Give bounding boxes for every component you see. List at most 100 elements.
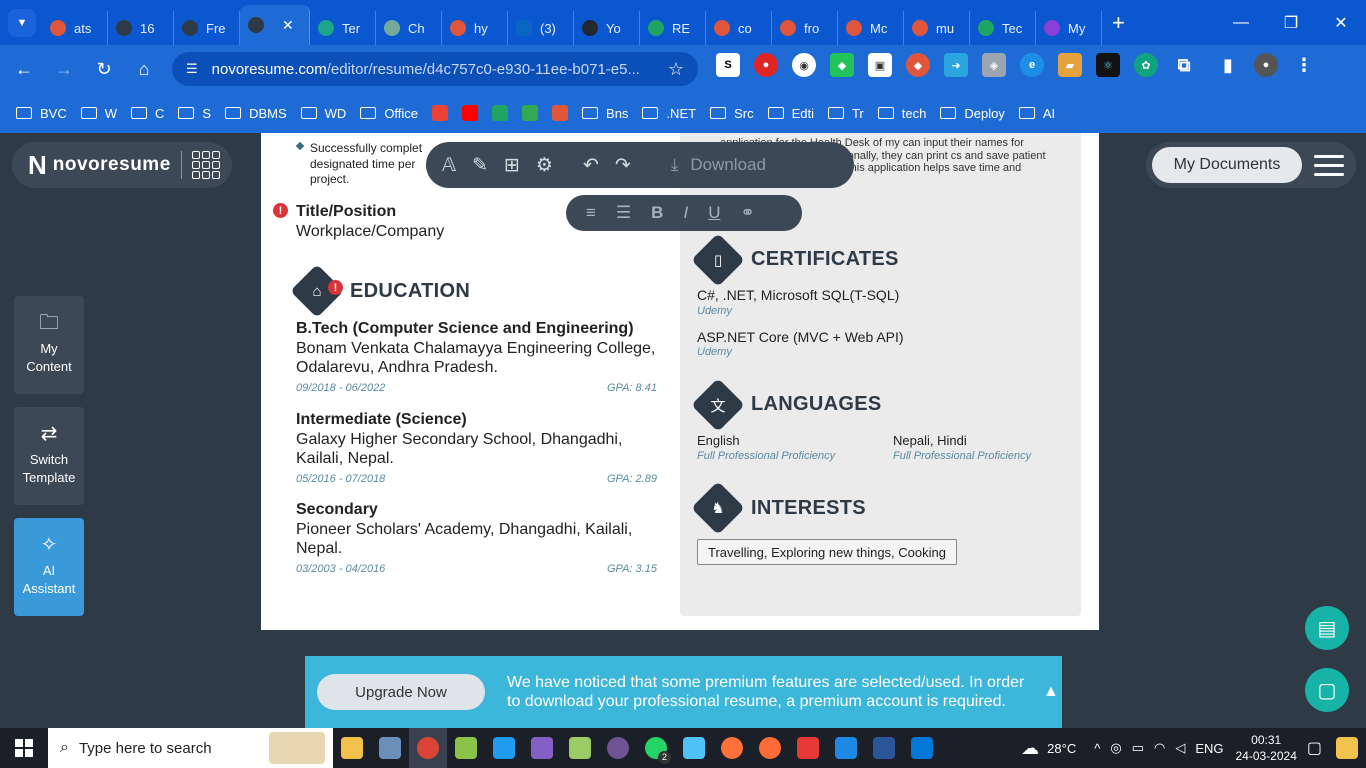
tab-search-button[interactable]: ▼ <box>8 8 36 37</box>
bookmark-folder[interactable]: Bns <box>582 106 628 121</box>
interest-tag[interactable]: Travelling, Exploring new things, Cookin… <box>697 539 957 565</box>
new-tab-button[interactable]: + <box>1112 10 1125 36</box>
notes-icon[interactable]: ▤ <box>1305 606 1349 650</box>
education-school[interactable]: Bonam Venkata Chalamayya Engineering Col… <box>296 340 666 377</box>
extension-e-icon[interactable]: e <box>1020 53 1044 77</box>
education-school[interactable]: Pioneer Scholars' Academy, Dhangadhi, Ka… <box>296 521 666 558</box>
file-explorer-icon[interactable] <box>333 728 371 768</box>
browser-tab[interactable]: Ter <box>310 11 376 45</box>
education-dates[interactable]: 09/2018 - 06/2022 <box>296 382 385 394</box>
bookmark-folder[interactable]: tech <box>877 106 926 121</box>
browser-tab[interactable]: Mc <box>838 11 904 45</box>
bookmark-site-icon[interactable] <box>522 105 539 121</box>
browser-tab[interactable]: 16 <box>108 11 174 45</box>
app-logo[interactable]: N novoresume <box>12 142 232 188</box>
education-gpa[interactable]: GPA: 8.41 <box>607 382 657 394</box>
languages-heading[interactable]: LANGUAGES <box>751 393 881 416</box>
site-info-icon[interactable]: ☰ <box>186 61 198 77</box>
download-button[interactable]: ⤓ Download <box>671 155 782 175</box>
browser-tab[interactable]: Yo <box>574 11 640 45</box>
language-name[interactable]: English <box>697 433 740 448</box>
certificate-issuer[interactable]: Udemy <box>697 305 732 317</box>
redo-icon[interactable]: ↷ <box>615 154 631 177</box>
education-heading[interactable]: EDUCATION <box>350 280 470 303</box>
github-desktop-icon[interactable] <box>599 728 637 768</box>
browser-tab[interactable]: RE <box>640 11 706 45</box>
extension-brave-icon[interactable]: ◆ <box>906 53 930 77</box>
hamburger-menu-icon[interactable] <box>1314 154 1344 176</box>
italic-icon[interactable]: I <box>683 203 688 223</box>
clock[interactable]: 00:31 24-03-2024 <box>1235 732 1296 764</box>
whatsapp-icon[interactable]: 2 <box>637 728 675 768</box>
ai-assistant-button[interactable]: ✧ AI Assistant <box>14 518 84 616</box>
bookmark-folder[interactable]: Deploy <box>940 106 1005 121</box>
notifications-icon[interactable]: ▢ <box>1307 738 1322 758</box>
switch-template-button[interactable]: ⇄ Switch Template <box>14 407 84 505</box>
language-name[interactable]: Nepali, Hindi <box>893 433 967 448</box>
temperature[interactable]: 28°C <box>1047 741 1076 756</box>
taskbar-search[interactable]: ⌕ Type here to search <box>48 728 333 768</box>
close-window-button[interactable]: ✕ <box>1316 0 1366 45</box>
bookmark-folder[interactable]: Tr <box>827 106 864 121</box>
extension-circle-icon[interactable]: ◉ <box>792 53 816 77</box>
home-button[interactable]: ⌂ <box>124 49 164 89</box>
weather-icon[interactable]: ☁ <box>1021 738 1039 759</box>
app-icon[interactable] <box>371 728 409 768</box>
extension-screen-icon[interactable]: ▣ <box>868 53 892 77</box>
bookmark-folder[interactable]: DBMS <box>225 106 287 121</box>
title-position[interactable]: Title/Position <box>296 203 396 221</box>
browser-tab[interactable]: ✕ <box>240 5 310 45</box>
education-dates[interactable]: 03/2003 - 04/2016 <box>296 563 385 575</box>
wps-icon[interactable] <box>789 728 827 768</box>
add-section-icon[interactable]: ⊞ <box>504 154 520 177</box>
profile-avatar[interactable]: ● <box>1254 53 1278 77</box>
align-left-icon[interactable]: ≡ <box>586 203 596 223</box>
warning-icon[interactable]: ! <box>273 203 288 218</box>
extensions-puzzle-icon[interactable]: ⧉ <box>1172 53 1196 77</box>
copilot-icon[interactable] <box>1336 737 1358 759</box>
bookmark-star-icon[interactable]: ☆ <box>668 59 684 80</box>
bookmark-folder[interactable]: BVC <box>16 106 67 121</box>
browser-menu-icon[interactable]: ⋮ <box>1292 53 1316 77</box>
browser-tab[interactable]: My <box>1036 11 1102 45</box>
bookmark-folder[interactable]: C <box>131 106 164 121</box>
browser-tab[interactable]: co <box>706 11 772 45</box>
education-gpa[interactable]: GPA: 3.15 <box>607 563 657 575</box>
bookmark-site-icon[interactable] <box>462 105 479 121</box>
color-pen-icon[interactable]: ✎ <box>472 154 488 177</box>
bookmark-folder[interactable]: Src <box>710 106 754 121</box>
browser-tab[interactable]: ats <box>42 11 108 45</box>
my-content-button[interactable]: 🗀 My Content <box>14 296 84 394</box>
apps-grid-icon[interactable] <box>191 151 220 179</box>
forward-button[interactable]: → <box>44 49 84 89</box>
maximize-button[interactable]: ❐ <box>1266 0 1316 45</box>
language-level[interactable]: Full Professional Proficiency <box>893 450 1031 462</box>
settings-icon[interactable]: ⚙ <box>536 154 553 177</box>
bookmark-folder[interactable]: AI <box>1018 106 1055 121</box>
education-degree[interactable]: B.Tech (Computer Science and Engineering… <box>296 320 634 338</box>
bookmark-folder[interactable]: W <box>80 106 117 121</box>
bookmark-site-icon[interactable] <box>552 105 569 121</box>
postman-icon[interactable] <box>751 728 789 768</box>
certificates-heading[interactable]: CERTIFICATES <box>751 248 899 271</box>
education-degree[interactable]: Intermediate (Science) <box>296 411 467 429</box>
windows-start-icon[interactable] <box>0 728 48 768</box>
my-documents-button[interactable]: My Documents <box>1152 147 1302 183</box>
notepadpp-icon[interactable] <box>447 728 485 768</box>
language-level[interactable]: Full Professional Proficiency <box>697 450 835 462</box>
back-button[interactable]: ← <box>4 49 44 89</box>
remote-app-icon[interactable] <box>827 728 865 768</box>
bookmark-site-icon[interactable] <box>432 105 449 121</box>
firefox-icon[interactable] <box>713 728 751 768</box>
upgrade-now-button[interactable]: Upgrade Now <box>317 674 485 710</box>
browser-tab[interactable]: Tec <box>970 11 1036 45</box>
close-tab-icon[interactable]: ✕ <box>282 17 294 34</box>
extension-arrow-icon[interactable]: ➜ <box>944 53 968 77</box>
bookmark-folder[interactable]: S <box>178 106 211 121</box>
language-indicator[interactable]: ENG <box>1195 741 1223 756</box>
bookmark-site-icon[interactable] <box>492 105 509 121</box>
browser-tab[interactable]: Fre <box>174 11 240 45</box>
bold-icon[interactable]: B <box>651 203 663 223</box>
browser-tab[interactable]: (3) <box>508 11 574 45</box>
align-justify-icon[interactable]: ☰ <box>616 203 631 223</box>
